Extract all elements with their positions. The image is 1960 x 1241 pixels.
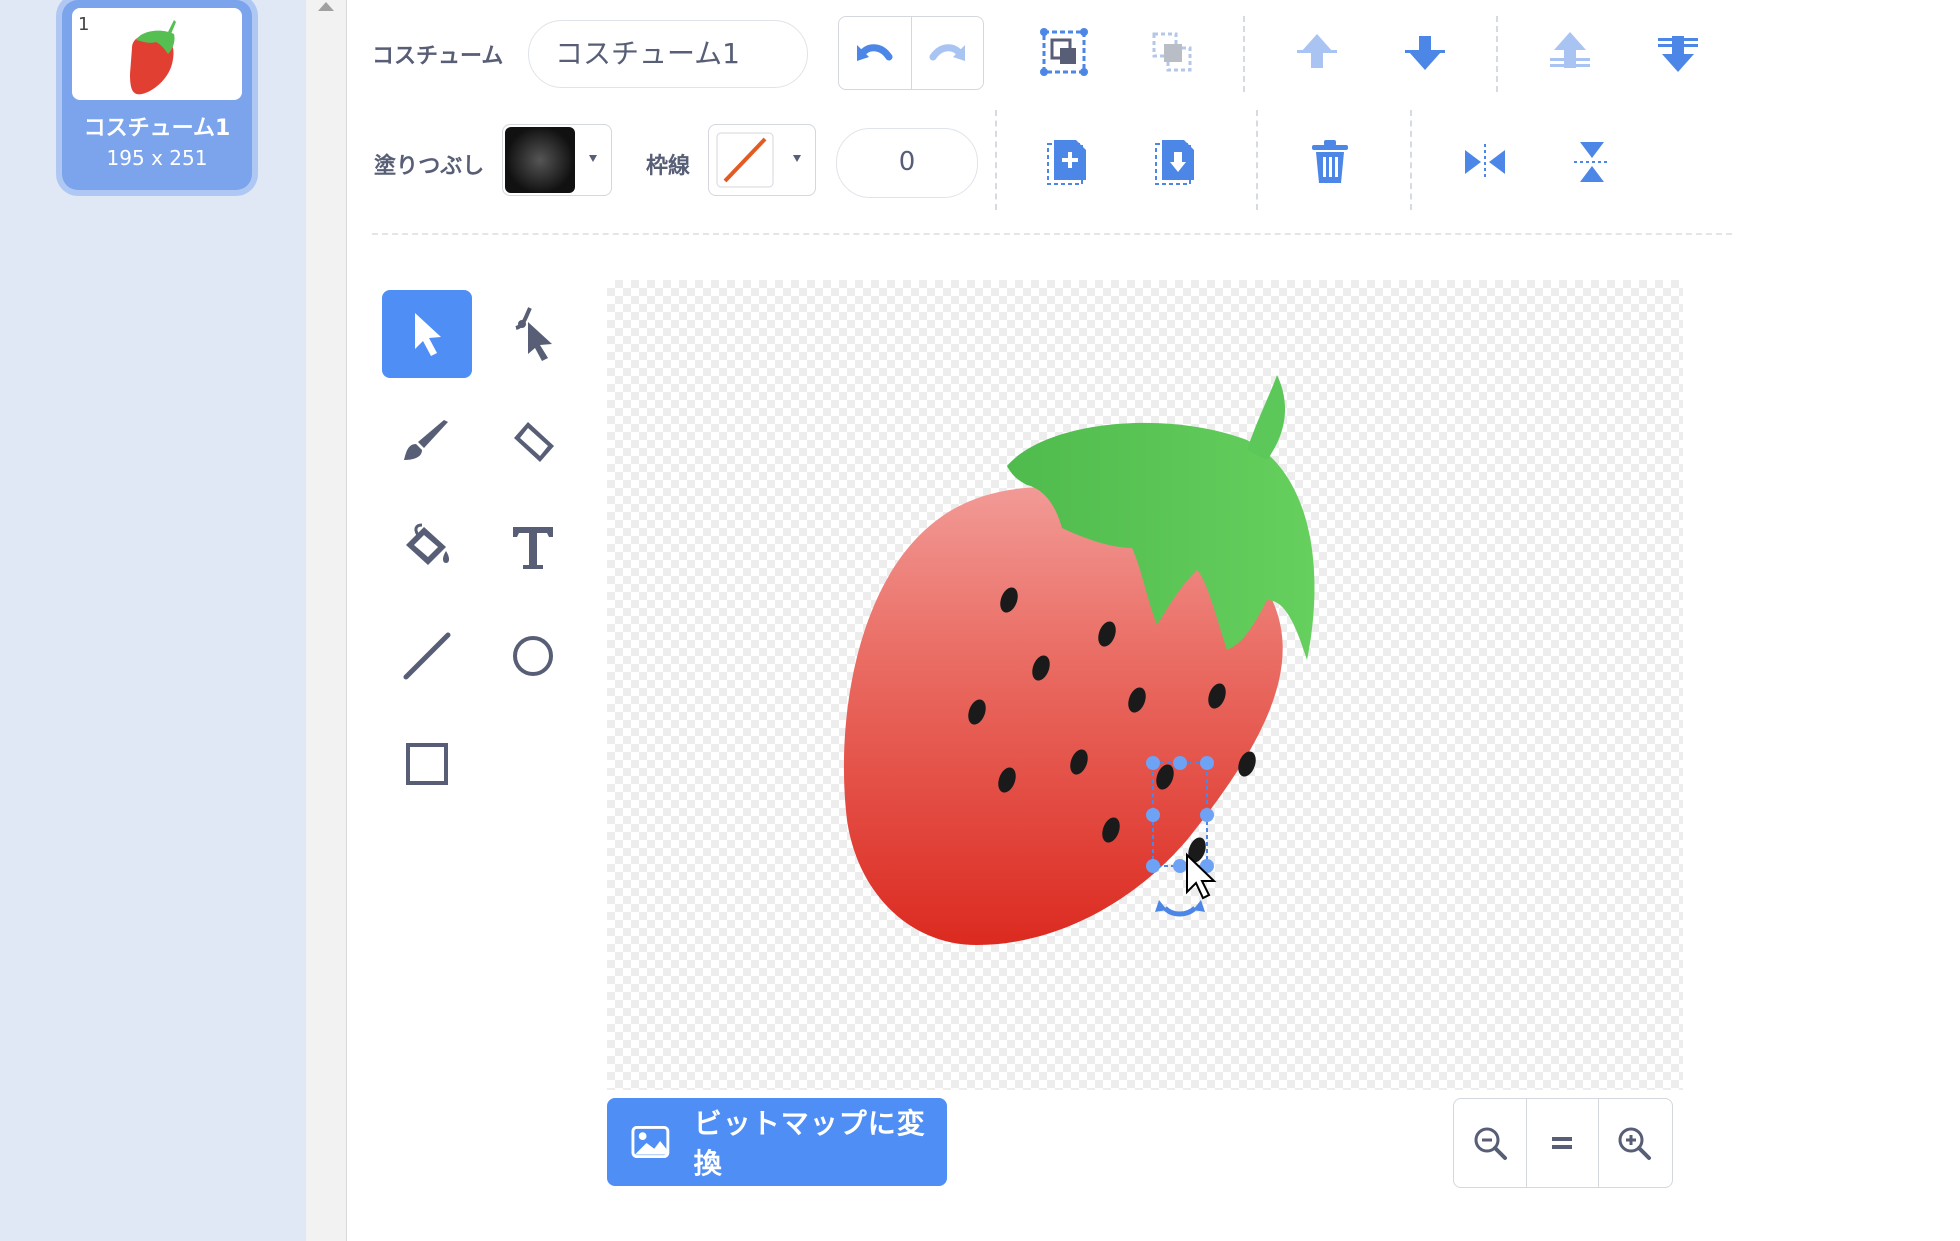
ungroup-icon bbox=[1152, 32, 1192, 72]
outline-width-input[interactable]: 0 bbox=[836, 128, 978, 198]
rectangle-tool[interactable] bbox=[382, 720, 472, 808]
costume-size-label: 195 x 251 bbox=[106, 146, 208, 170]
circle-tool[interactable] bbox=[488, 612, 578, 700]
toolbar-divider bbox=[1256, 110, 1258, 210]
brush-icon bbox=[404, 420, 448, 460]
toolbar-divider bbox=[1496, 16, 1498, 92]
costume-number: 1 bbox=[78, 14, 90, 35]
toolbar-separator bbox=[372, 233, 1732, 235]
zoom-out-icon bbox=[1474, 1127, 1507, 1160]
outline-dropdown-arrow-icon bbox=[793, 155, 801, 162]
costume-name-input[interactable]: コスチューム1 bbox=[528, 20, 808, 88]
arrow-cursor-icon bbox=[415, 313, 441, 356]
paint-bucket-icon bbox=[406, 523, 449, 565]
paste-icon bbox=[1155, 140, 1194, 185]
costume-name-label: コスチューム1 bbox=[83, 116, 231, 141]
back-arrow-icon bbox=[1658, 36, 1698, 72]
forward-arrow-icon bbox=[1297, 34, 1337, 68]
paint-canvas[interactable] bbox=[607, 280, 1683, 1090]
zoom-controls bbox=[1453, 1098, 1673, 1188]
flip-vertical-icon bbox=[1574, 142, 1610, 182]
flip-horizontal-icon bbox=[1465, 144, 1505, 180]
undo-icon bbox=[857, 44, 893, 61]
outline-color-picker[interactable] bbox=[708, 124, 816, 196]
toolbar-divider bbox=[1243, 16, 1245, 92]
forward-button[interactable] bbox=[1281, 16, 1353, 88]
zoom-in-button[interactable] bbox=[1598, 1099, 1670, 1187]
undo-redo-group bbox=[838, 16, 984, 90]
reshape-cursor-icon bbox=[515, 307, 552, 361]
strawberry-thumbnail-icon bbox=[130, 20, 176, 95]
strawberry-drawing[interactable] bbox=[607, 280, 1683, 1090]
costume-tile[interactable]: 1 コスチューム1 195 x 251 bbox=[62, 0, 252, 190]
image-icon bbox=[631, 1125, 670, 1159]
back-button[interactable] bbox=[1642, 16, 1714, 88]
eraser-tool[interactable] bbox=[488, 398, 578, 486]
front-arrow-icon bbox=[1550, 32, 1590, 68]
fill-color-picker[interactable] bbox=[502, 124, 612, 196]
backward-arrow-icon bbox=[1405, 36, 1445, 70]
select-tool[interactable] bbox=[382, 290, 472, 378]
convert-to-bitmap-button[interactable]: ビットマップに変換 bbox=[607, 1098, 947, 1186]
reshape-tool[interactable] bbox=[488, 290, 578, 378]
line-tool[interactable] bbox=[382, 612, 472, 700]
no-outline-color-icon bbox=[716, 132, 774, 188]
backward-button[interactable] bbox=[1389, 16, 1461, 88]
text-tool[interactable] bbox=[488, 504, 578, 592]
costume-list-scrollbar[interactable] bbox=[306, 0, 347, 1241]
eraser-icon bbox=[514, 422, 554, 462]
rectangle-icon bbox=[406, 743, 448, 785]
copy-button[interactable] bbox=[1032, 126, 1104, 198]
ungroup-button[interactable] bbox=[1136, 16, 1208, 88]
zoom-in-icon bbox=[1618, 1127, 1651, 1160]
circle-icon bbox=[513, 636, 553, 676]
group-icon bbox=[1040, 28, 1088, 76]
scroll-up-arrow-icon[interactable] bbox=[318, 2, 334, 11]
redo-button[interactable] bbox=[911, 17, 983, 89]
front-button[interactable] bbox=[1534, 16, 1606, 88]
undo-button[interactable] bbox=[839, 17, 912, 89]
flip-vertical-button[interactable] bbox=[1556, 126, 1628, 198]
costume-thumbnail: 1 bbox=[72, 8, 242, 100]
costume-list-pane: 1 コスチューム1 195 x 251 bbox=[0, 0, 306, 1241]
costume-label: コスチューム bbox=[372, 44, 504, 69]
trash-icon bbox=[1312, 140, 1348, 183]
toolbar-divider bbox=[1410, 110, 1412, 210]
fill-label: 塗りつぶし bbox=[374, 154, 485, 179]
zoom-out-button[interactable] bbox=[1454, 1099, 1527, 1187]
fill-tool[interactable] bbox=[382, 504, 472, 592]
line-icon bbox=[403, 632, 451, 680]
fill-dropdown-arrow-icon bbox=[589, 155, 597, 162]
equals-icon bbox=[1552, 1137, 1572, 1149]
paste-button[interactable] bbox=[1140, 126, 1212, 198]
redo-icon bbox=[929, 44, 965, 61]
toolbar-divider bbox=[995, 110, 997, 210]
flip-horizontal-button[interactable] bbox=[1449, 126, 1521, 198]
delete-button[interactable] bbox=[1294, 126, 1366, 198]
convert-button-label: ビットマップに変換 bbox=[693, 1107, 926, 1180]
zoom-reset-button[interactable] bbox=[1526, 1099, 1599, 1187]
outline-label: 枠線 bbox=[646, 154, 691, 179]
text-t-icon bbox=[513, 527, 553, 569]
group-button[interactable] bbox=[1028, 16, 1100, 88]
copy-icon bbox=[1047, 140, 1086, 185]
brush-tool[interactable] bbox=[382, 398, 472, 486]
fill-color-swatch bbox=[505, 127, 575, 193]
